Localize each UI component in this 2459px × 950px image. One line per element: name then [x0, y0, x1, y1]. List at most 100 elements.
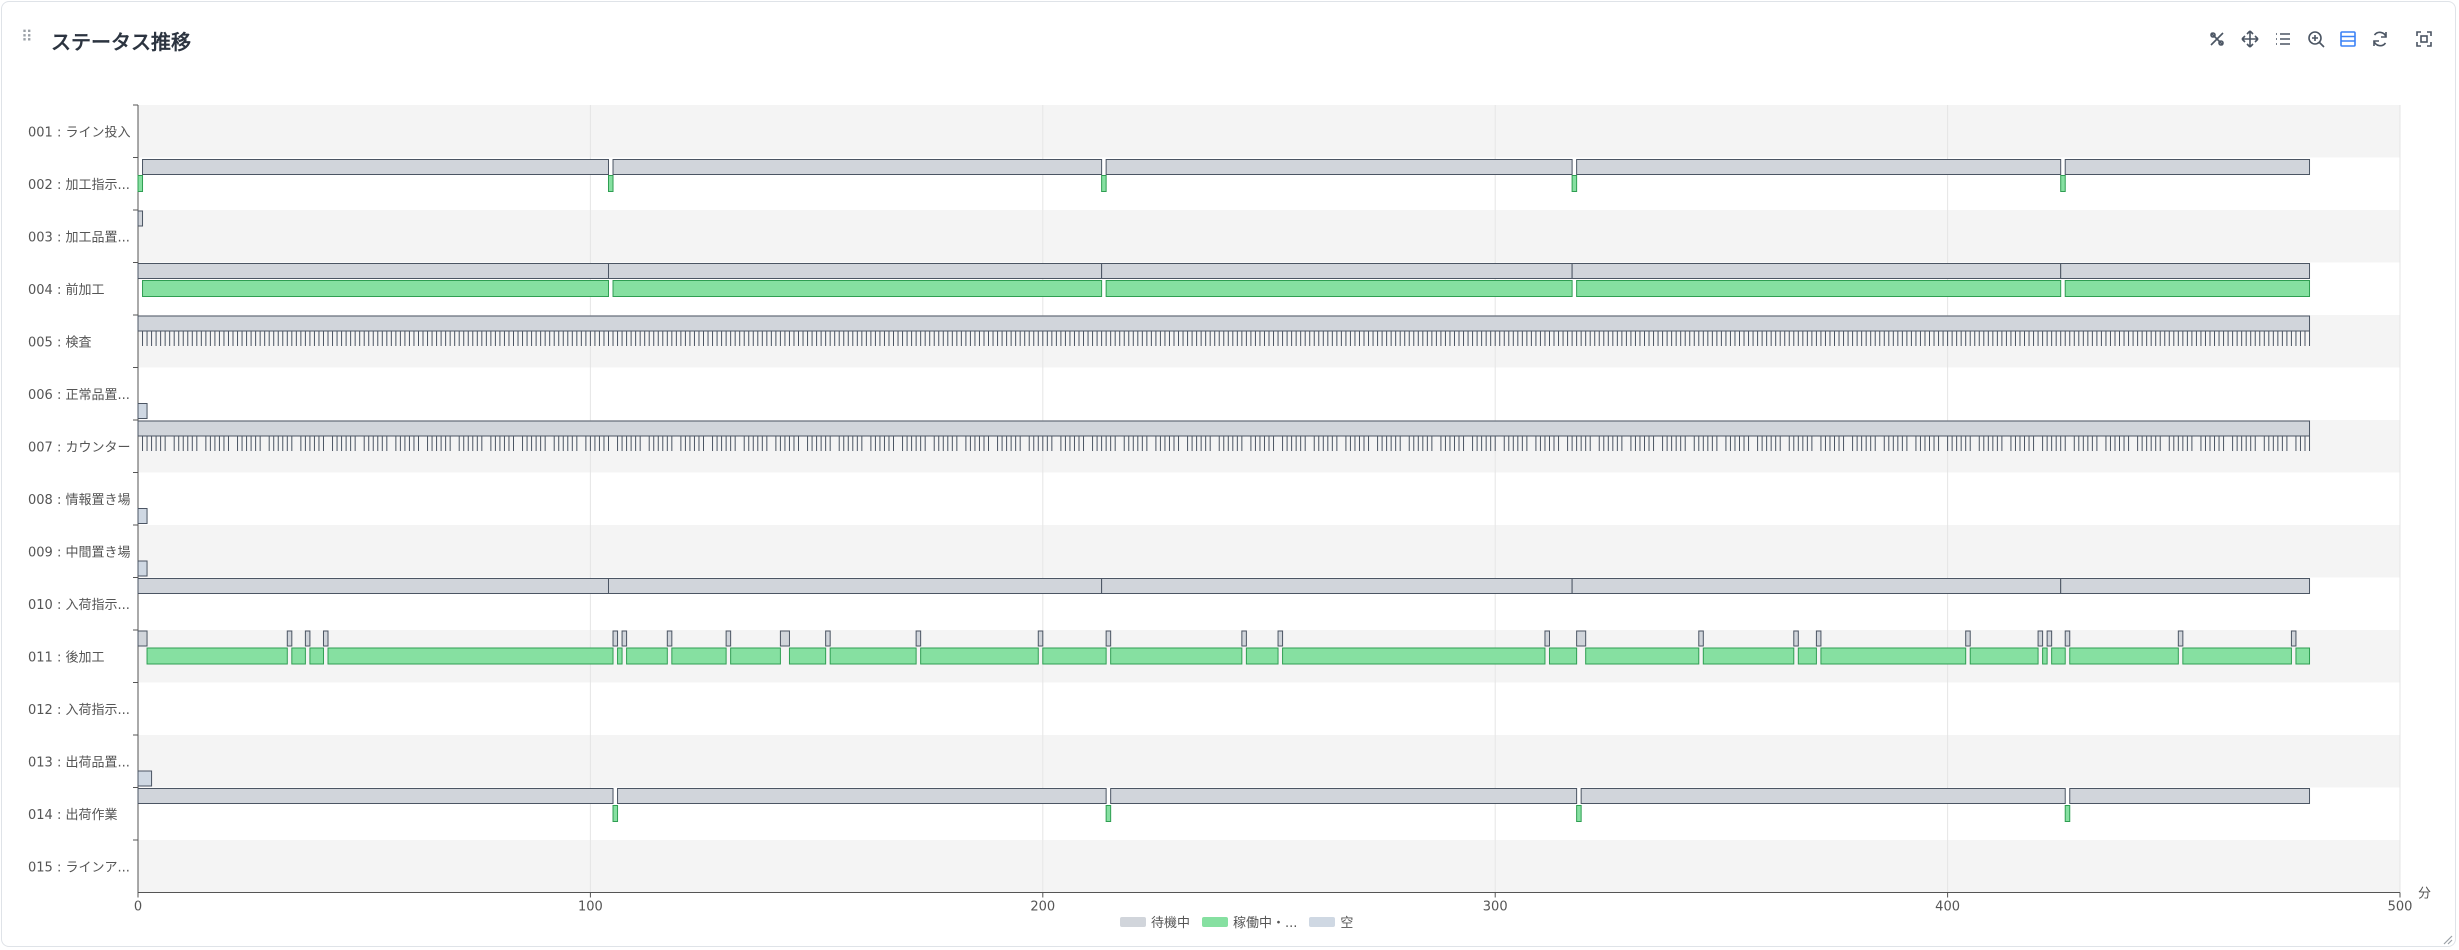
segment-waiting — [2064, 159, 2311, 175]
segment-empty — [137, 508, 148, 524]
segment-waiting — [915, 630, 922, 647]
segment-running — [1110, 647, 1243, 665]
row-label: 007 : カウンター — [28, 440, 130, 455]
segment-empty — [137, 403, 148, 419]
row-band — [138, 525, 2400, 578]
segment-waiting — [137, 788, 614, 804]
segment-running — [671, 647, 727, 665]
x-tick-label: 100 — [578, 900, 603, 915]
row-band — [138, 210, 2400, 263]
segment-waiting — [137, 578, 609, 594]
segment-running — [626, 647, 668, 665]
segment-running — [327, 647, 614, 665]
segment-running — [788, 647, 827, 665]
segment-empty — [137, 770, 153, 787]
legend-item-waiting[interactable]: 待機中 — [1120, 912, 1190, 931]
segment-waiting — [286, 630, 293, 647]
legend-swatch-waiting — [1120, 916, 1146, 927]
segment-running — [2060, 175, 2066, 192]
legend-swatch-running — [1202, 916, 1229, 927]
segment-empty — [137, 560, 148, 577]
segment-running — [1282, 647, 1546, 665]
segment-waiting — [137, 315, 2311, 332]
segment-waiting — [2177, 630, 2184, 647]
segment-waiting — [1793, 630, 1799, 647]
legend-item-running[interactable]: 稼働中・... — [1202, 912, 1297, 931]
segment-running — [1245, 647, 1279, 665]
legend-item-empty[interactable]: 空 — [1309, 912, 1353, 931]
segment-waiting — [2069, 788, 2311, 804]
row-label: 010 : 入荷指示... — [28, 598, 130, 613]
segment-waiting — [1571, 578, 2062, 594]
segment-waiting — [137, 420, 2311, 437]
row-label: 001 : ライン投入 — [28, 124, 130, 140]
segment-running — [1548, 647, 1578, 665]
segment-waiting — [612, 159, 1103, 175]
row-label: 002 : 加工指示... — [28, 178, 130, 193]
row-label: 004 : 前加工 — [28, 282, 104, 298]
segment-waiting — [1571, 263, 2062, 279]
segment-running — [1576, 805, 1582, 822]
row-band — [138, 840, 2400, 893]
status-timeline-chart: 001 : ライン投入 002 : 加工指示... 003 : 加工品置... 004… — [28, 104, 2453, 945]
segment-waiting — [1110, 788, 1578, 804]
segment-running — [607, 175, 614, 192]
segment-running — [1042, 647, 1107, 665]
segment-running — [291, 647, 306, 665]
segment-waiting — [612, 630, 619, 647]
segment-running — [1105, 280, 1573, 297]
segment-running — [612, 280, 1103, 297]
segment-waiting — [666, 630, 673, 647]
row-label: 013 : 出荷品置... — [28, 755, 130, 770]
segment-running — [730, 647, 781, 665]
segment-running — [2069, 647, 2179, 665]
segment-waiting — [1576, 630, 1587, 647]
row-label: 011 : 後加工 — [28, 650, 104, 665]
segment-waiting — [725, 630, 732, 647]
segment-waiting — [1576, 159, 2062, 175]
segment-waiting — [1815, 630, 1822, 647]
segment-waiting — [1101, 263, 1573, 279]
segment-waiting — [1241, 630, 1247, 647]
row-band — [138, 105, 2400, 158]
legend-label: 空 — [1340, 916, 1354, 931]
segment-running — [2064, 280, 2311, 297]
segment-running — [137, 175, 144, 192]
segment-waiting — [607, 263, 1103, 279]
row-label: 015 : ラインア... — [28, 860, 130, 875]
segment-waiting — [825, 630, 831, 647]
segment-waiting — [2060, 263, 2311, 279]
x-tick-label: 300 — [1483, 900, 1508, 915]
row-band — [138, 682, 2400, 735]
segment-waiting — [1105, 159, 1573, 175]
segment-waiting — [2290, 630, 2297, 647]
segment-waiting — [2046, 630, 2053, 647]
segment-running — [1797, 647, 1817, 665]
segment-waiting — [1277, 630, 1284, 647]
segment-running — [829, 647, 917, 665]
segment-running — [309, 647, 324, 665]
row-label: 005 : 検査 — [28, 335, 91, 350]
segment-waiting — [137, 210, 144, 227]
row-label: 003 : 加工品置... — [28, 230, 130, 245]
segment-running — [612, 805, 619, 822]
segment-running — [1101, 175, 1107, 192]
chart-legend: 待機中 稼働中・... 空 — [1120, 912, 1353, 931]
resize-handle-icon — [2443, 935, 2453, 945]
segment-running — [2182, 647, 2292, 665]
segment-waiting — [137, 263, 609, 279]
segment-running — [2295, 647, 2311, 665]
segment-waiting — [304, 630, 311, 647]
x-tick-label: 0 — [134, 900, 142, 915]
row-band — [138, 367, 2400, 420]
segment-waiting — [142, 159, 609, 175]
legend-label: 待機中 — [1151, 916, 1191, 931]
segment-waiting — [2060, 578, 2311, 594]
segment-running — [1576, 280, 2062, 297]
segment-running — [1105, 805, 1112, 822]
segment-waiting — [621, 630, 628, 647]
segment-waiting — [1037, 630, 1044, 647]
row-band — [138, 735, 2400, 788]
segment-waiting — [617, 788, 1107, 804]
x-tick-label: 200 — [1030, 900, 1055, 915]
